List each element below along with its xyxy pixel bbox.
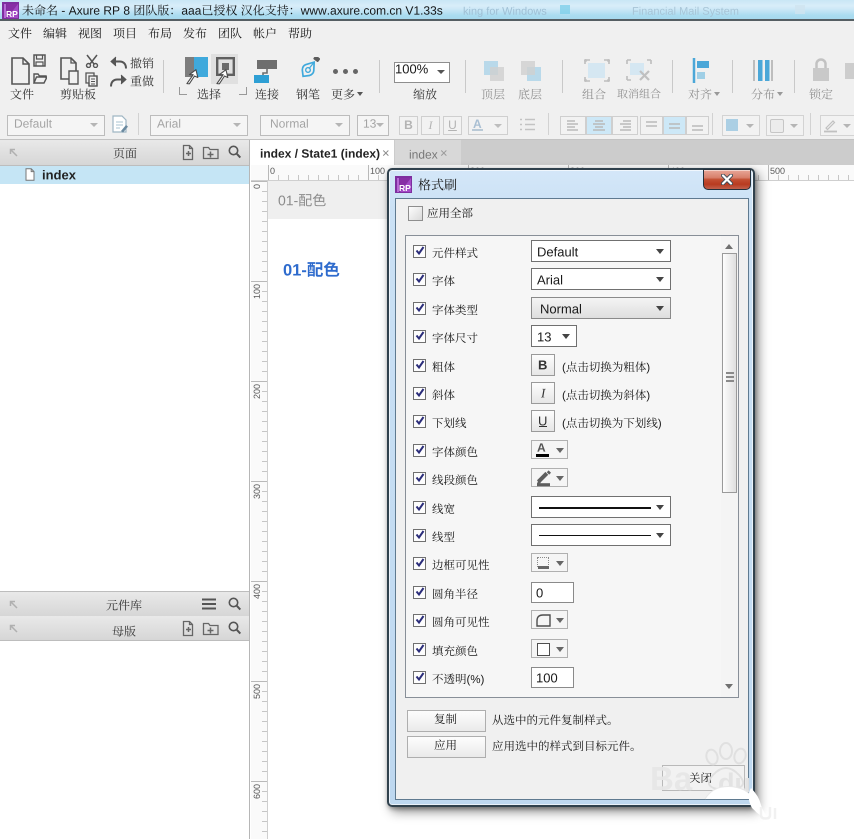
svg-text:RP: RP [6, 9, 18, 18]
svg-text:RP: RP [399, 183, 411, 192]
